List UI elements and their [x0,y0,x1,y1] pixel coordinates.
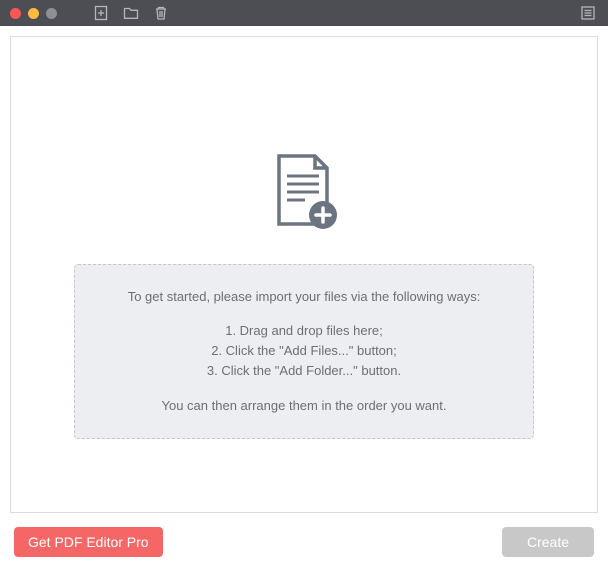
maximize-window-button[interactable] [46,8,57,19]
close-window-button[interactable] [10,8,21,19]
add-file-icon[interactable] [93,5,109,21]
instruction-step: 3. Click the "Add Folder..." button. [93,361,515,381]
get-pdf-editor-pro-button[interactable]: Get PDF Editor Pro [14,527,163,557]
content-box[interactable]: To get started, please import your files… [10,36,598,513]
toolbar-icons [93,5,169,21]
add-document-graphic [265,152,343,234]
bottom-bar: Get PDF Editor Pro Create [0,523,608,569]
instructions-footer: You can then arrange them in the order y… [93,396,515,416]
instructions-intro: To get started, please import your files… [93,287,515,307]
instruction-step: 2. Click the "Add Files..." button; [93,341,515,361]
traffic-lights [10,8,57,19]
minimize-window-button[interactable] [28,8,39,19]
instruction-step: 1. Drag and drop files here; [93,321,515,341]
main-area: To get started, please import your files… [0,26,608,523]
list-icon[interactable] [580,5,596,21]
instructions-steps: 1. Drag and drop files here; 2. Click th… [93,321,515,381]
trash-icon[interactable] [153,5,169,21]
titlebar [0,0,608,26]
create-button[interactable]: Create [502,527,594,557]
folder-icon[interactable] [123,5,139,21]
instructions-box: To get started, please import your files… [74,264,534,439]
